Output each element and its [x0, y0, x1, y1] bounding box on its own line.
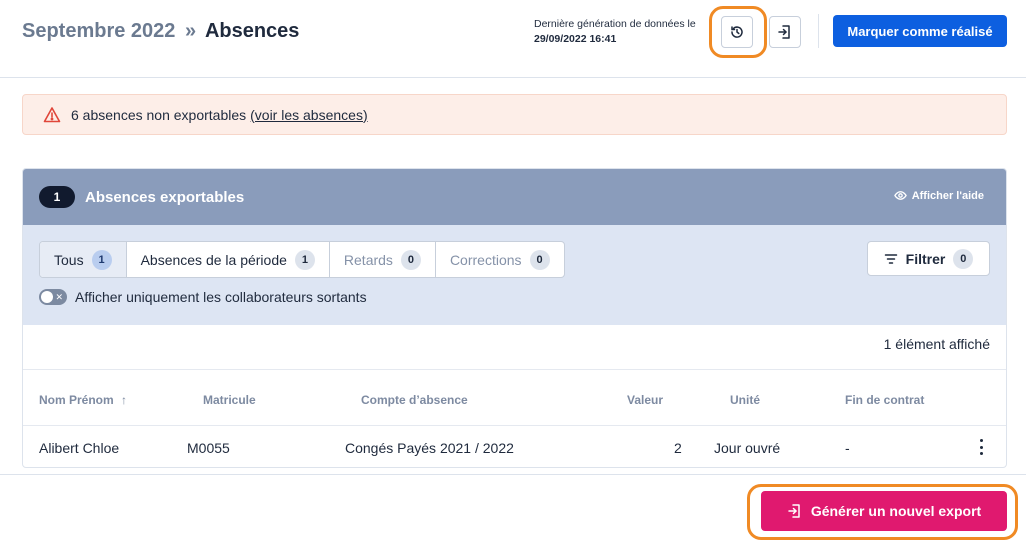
- cell-contract-end: -: [845, 440, 850, 456]
- alert-text: 6 absences non exportables: [71, 106, 247, 123]
- tab-period-absences[interactable]: Absences de la période 1: [127, 242, 330, 277]
- tab-count: 0: [529, 249, 550, 270]
- export-history-button[interactable]: [769, 16, 801, 48]
- generation-label: Dernière génération de données le: [534, 18, 696, 30]
- tab-corrections[interactable]: Corrections 0: [436, 242, 564, 277]
- generate-export-button[interactable]: Générer un nouvel export: [761, 491, 1007, 531]
- absence-count-pill: 1: [39, 186, 75, 208]
- cell-value: 2: [674, 440, 682, 456]
- cell-unit: Jour ouvré: [714, 440, 781, 456]
- toggle-label: Afficher uniquement les collaborateurs s…: [75, 289, 367, 305]
- view-absences-link[interactable]: (voir les absences): [250, 107, 368, 123]
- toggle-off-icon: ✕: [55, 292, 63, 302]
- panel-title: Absences exportables: [85, 188, 245, 206]
- export-icon: [788, 504, 800, 518]
- warning-icon: [43, 106, 61, 122]
- exportable-absences-panel: 1 Absences exportables Afficher l'aide T…: [22, 168, 1007, 468]
- page-title: Septembre 2022 » Absences: [22, 20, 299, 43]
- breadcrumb-separator: »: [184, 20, 197, 42]
- column-header-account[interactable]: Compte d’absence: [361, 393, 468, 407]
- warning-alert: 6 absences non exportables (voir les abs…: [22, 94, 1007, 135]
- tab-count: 1: [294, 249, 315, 270]
- cell-account: Congés Payés 2021 / 2022: [345, 440, 514, 456]
- column-header-id[interactable]: Matricule: [203, 393, 256, 407]
- filter-count: 0: [953, 248, 974, 269]
- sort-asc-icon: ↑: [121, 393, 128, 407]
- generate-export-label: Générer un nouvel export: [810, 503, 982, 519]
- cell-id: M0055: [187, 440, 230, 456]
- row-menu-icon[interactable]: [976, 439, 986, 455]
- generation-date: 29/09/2022 16:41: [534, 33, 617, 45]
- leaving-employees-toggle[interactable]: ✕: [39, 289, 67, 305]
- tab-label: Retards: [343, 251, 393, 268]
- panel-header: 1 Absences exportables Afficher l'aide: [23, 169, 1006, 225]
- result-count: 1 élément affiché: [883, 336, 990, 352]
- breadcrumb-parent[interactable]: Septembre 2022: [22, 20, 175, 42]
- leaving-employees-toggle-row: ✕ Afficher uniquement les collaborateurs…: [39, 289, 367, 305]
- header-divider: [818, 14, 819, 48]
- history-icon: [731, 26, 743, 38]
- cell-name: Alibert Chloe: [39, 440, 120, 456]
- tab-label: Absences de la période: [140, 251, 287, 268]
- tab-count: 1: [91, 249, 112, 270]
- filter-button[interactable]: Filtrer 0: [867, 241, 990, 276]
- show-help-button[interactable]: Afficher l'aide: [893, 189, 984, 202]
- table-row[interactable]: Alibert Chloe M0055 Congés Payés 2021 / …: [23, 426, 1006, 467]
- column-header-contract-end[interactable]: Fin de contrat: [845, 393, 924, 407]
- tab-label: Corrections: [449, 251, 522, 268]
- show-help-label: Afficher l'aide: [911, 189, 984, 202]
- tab-bar: Tous 1 Absences de la période 1 Retards …: [39, 241, 565, 278]
- table-header: Nom Prénom ↑ Matricule Compte d’absence …: [23, 369, 1006, 426]
- filter-label: Filtrer: [905, 250, 946, 267]
- column-header-name[interactable]: Nom Prénom ↑: [39, 393, 127, 407]
- eye-icon: [893, 191, 907, 200]
- breadcrumb-current: Absences: [204, 20, 300, 42]
- mark-done-button[interactable]: Marquer comme réalisé: [833, 15, 1007, 47]
- generation-info: Dernière génération de données le 29/09/…: [534, 17, 696, 47]
- column-header-value[interactable]: Valeur: [627, 393, 663, 407]
- column-header-unit[interactable]: Unité: [730, 393, 760, 407]
- page-header: Septembre 2022 » Absences Dernière génér…: [0, 0, 1026, 78]
- toggle-knob: [41, 291, 53, 303]
- page-footer: Générer un nouvel export: [0, 474, 1026, 543]
- filter-icon: [884, 253, 897, 264]
- export-icon: [778, 25, 790, 39]
- tab-count: 0: [400, 249, 421, 270]
- tab-label: Tous: [54, 251, 84, 268]
- history-button[interactable]: [721, 16, 753, 48]
- filter-zone: Tous 1 Absences de la période 1 Retards …: [23, 225, 1006, 325]
- tab-all[interactable]: Tous 1: [40, 242, 127, 277]
- tab-delays[interactable]: Retards 0: [330, 242, 436, 277]
